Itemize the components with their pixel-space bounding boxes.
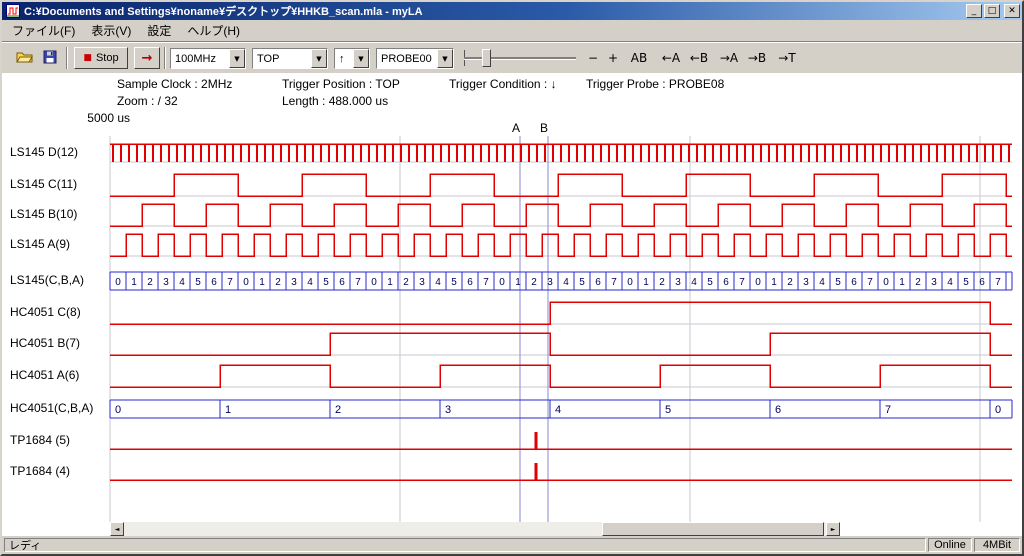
svg-text:4: 4	[691, 277, 697, 288]
svg-text:1: 1	[899, 277, 905, 288]
svg-text:6: 6	[211, 277, 217, 288]
svg-text:4: 4	[947, 277, 953, 288]
svg-text:0: 0	[995, 404, 1001, 416]
svg-text:6: 6	[775, 404, 781, 416]
svg-text:7: 7	[885, 404, 891, 416]
svg-text:1: 1	[643, 277, 649, 288]
status-memory: 4MBit	[974, 538, 1020, 552]
svg-text:4: 4	[819, 277, 825, 288]
svg-text:2: 2	[403, 277, 409, 288]
svg-text:7: 7	[867, 277, 873, 288]
svg-text:7: 7	[995, 277, 1001, 288]
svg-text:1: 1	[771, 277, 777, 288]
svg-text:3: 3	[291, 277, 297, 288]
svg-text:5: 5	[835, 277, 841, 288]
svg-text:4: 4	[435, 277, 441, 288]
svg-text:6: 6	[339, 277, 345, 288]
svg-text:5: 5	[323, 277, 329, 288]
svg-text:0: 0	[115, 404, 121, 416]
svg-text:7: 7	[483, 277, 489, 288]
svg-text:3: 3	[675, 277, 681, 288]
svg-text:1: 1	[515, 277, 521, 288]
svg-text:A: A	[512, 121, 520, 135]
svg-text:6: 6	[723, 277, 729, 288]
svg-text:7: 7	[739, 277, 745, 288]
svg-text:2: 2	[787, 277, 793, 288]
svg-text:5: 5	[707, 277, 713, 288]
svg-text:6: 6	[467, 277, 473, 288]
h-scrollbar[interactable]: ◄ ►	[110, 522, 840, 536]
svg-text:4: 4	[307, 277, 313, 288]
svg-text:0: 0	[499, 277, 505, 288]
svg-text:6: 6	[851, 277, 857, 288]
svg-text:4: 4	[563, 277, 569, 288]
svg-text:3: 3	[803, 277, 809, 288]
svg-text:5: 5	[579, 277, 585, 288]
svg-text:2: 2	[275, 277, 281, 288]
svg-text:6: 6	[979, 277, 985, 288]
svg-text:0: 0	[243, 277, 249, 288]
svg-text:0: 0	[627, 277, 633, 288]
status-online: Online	[928, 538, 972, 552]
svg-text:1: 1	[259, 277, 265, 288]
svg-text:0: 0	[115, 277, 121, 288]
svg-text:7: 7	[611, 277, 617, 288]
status-message: レディ	[4, 538, 926, 552]
svg-text:2: 2	[659, 277, 665, 288]
svg-text:2: 2	[147, 277, 153, 288]
svg-text:2: 2	[531, 277, 537, 288]
svg-text:5: 5	[451, 277, 457, 288]
scroll-right-icon: ►	[831, 526, 836, 533]
svg-text:1: 1	[131, 277, 137, 288]
svg-text:3: 3	[163, 277, 169, 288]
svg-text:5: 5	[963, 277, 969, 288]
svg-text:4: 4	[555, 404, 561, 416]
svg-text:0: 0	[371, 277, 377, 288]
svg-text:5: 5	[665, 404, 671, 416]
app-window: C:¥Documents and Settings¥noname¥デスクトップ¥…	[0, 0, 1024, 556]
waveform-plot[interactable]: AB01234567012345670123456701234567012345…	[2, 2, 1022, 554]
scroll-left-icon: ◄	[115, 526, 120, 533]
scrollbar-thumb[interactable]	[602, 522, 824, 536]
svg-text:1: 1	[387, 277, 393, 288]
scroll-left-button[interactable]: ◄	[110, 522, 124, 536]
statusbar: レディ Online 4MBit	[2, 536, 1022, 554]
svg-text:7: 7	[227, 277, 233, 288]
svg-text:0: 0	[883, 277, 889, 288]
svg-text:3: 3	[547, 277, 553, 288]
svg-text:3: 3	[931, 277, 937, 288]
scroll-right-button[interactable]: ►	[826, 522, 840, 536]
svg-text:0: 0	[755, 277, 761, 288]
svg-text:4: 4	[179, 277, 185, 288]
svg-text:5: 5	[195, 277, 201, 288]
svg-text:3: 3	[419, 277, 425, 288]
svg-text:6: 6	[595, 277, 601, 288]
svg-text:2: 2	[915, 277, 921, 288]
svg-text:2: 2	[335, 404, 341, 416]
svg-text:3: 3	[445, 404, 451, 416]
svg-text:7: 7	[355, 277, 361, 288]
svg-text:1: 1	[225, 404, 231, 416]
svg-text:B: B	[540, 121, 548, 135]
